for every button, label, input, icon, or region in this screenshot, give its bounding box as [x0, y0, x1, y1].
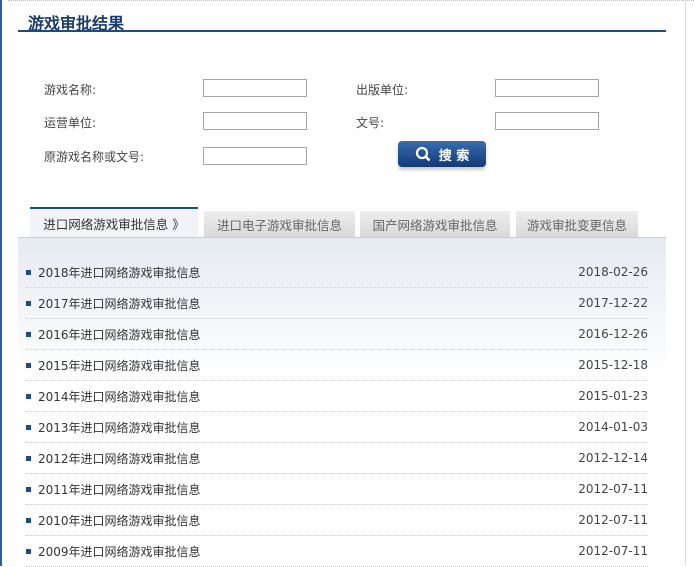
- left-border: [0, 0, 2, 566]
- list-item[interactable]: 2014年进口网络游戏审批信息 2015-01-23: [26, 381, 648, 412]
- publisher-label: 出版单位:: [356, 83, 409, 97]
- list-item[interactable]: 2017年进口网络游戏审批信息 2017-12-22: [26, 288, 648, 319]
- item-title[interactable]: 2009年进口网络游戏审批信息: [38, 543, 201, 560]
- item-link[interactable]: 2013年进口网络游戏审批信息: [26, 419, 201, 436]
- list-item[interactable]: 2016年进口网络游戏审批信息 2016-12-26: [26, 319, 648, 350]
- item-date: 2014-01-03: [578, 420, 648, 434]
- bullet-icon: [26, 269, 31, 275]
- original-name-input[interactable]: [203, 147, 307, 165]
- list-item[interactable]: 2018年进口网络游戏审批信息 2018-02-26: [26, 257, 648, 288]
- item-date: 2012-12-14: [578, 451, 648, 465]
- item-title[interactable]: 2014年进口网络游戏审批信息: [38, 388, 201, 405]
- game-name-input[interactable]: [203, 79, 307, 97]
- operator-input[interactable]: [203, 112, 307, 130]
- item-date: 2012-07-11: [578, 513, 648, 527]
- list-item[interactable]: 2011年进口网络游戏审批信息 2012-07-11: [26, 474, 648, 505]
- item-link[interactable]: 2012年进口网络游戏审批信息: [26, 450, 201, 467]
- item-title[interactable]: 2016年进口网络游戏审批信息: [38, 326, 201, 343]
- item-link[interactable]: 2010年进口网络游戏审批信息: [26, 512, 201, 529]
- item-title[interactable]: 2012年进口网络游戏审批信息: [38, 450, 201, 467]
- tab-import-console[interactable]: 进口电子游戏审批信息: [204, 211, 355, 238]
- item-date: 2016-12-26: [578, 327, 648, 341]
- item-date: 2018-02-26: [578, 265, 648, 279]
- item-link[interactable]: 2016年进口网络游戏审批信息: [26, 326, 201, 343]
- original-name-label: 原游戏名称或文号:: [44, 150, 145, 164]
- bullet-icon: [26, 455, 31, 461]
- operator-label: 运营单位:: [44, 116, 97, 130]
- list-item[interactable]: 2013年进口网络游戏审批信息 2014-01-03: [26, 412, 648, 443]
- item-title[interactable]: 2017年进口网络游戏审批信息: [38, 295, 201, 312]
- bullet-icon: [26, 362, 31, 368]
- item-link[interactable]: 2009年进口网络游戏审批信息: [26, 543, 201, 560]
- item-date: 2015-12-18: [578, 358, 648, 372]
- item-link[interactable]: 2011年进口网络游戏审批信息: [26, 481, 201, 498]
- title-underline: [18, 30, 666, 32]
- list-item[interactable]: 2015年进口网络游戏审批信息 2015-12-18: [26, 350, 648, 381]
- item-link[interactable]: 2014年进口网络游戏审批信息: [26, 388, 201, 405]
- search-label: 搜 索: [438, 148, 470, 164]
- search-button[interactable]: 搜 索: [398, 141, 486, 167]
- item-title[interactable]: 2010年进口网络游戏审批信息: [38, 512, 201, 529]
- item-date: 2015-01-23: [578, 389, 648, 403]
- item-date: 2012-07-11: [578, 482, 648, 496]
- tab-import-online[interactable]: 进口网络游戏审批信息 》: [30, 207, 198, 238]
- tab-domestic-online[interactable]: 国产网络游戏审批信息: [360, 211, 510, 238]
- top-divider: [8, 0, 694, 1]
- bullet-icon: [26, 393, 31, 399]
- doc-no-label: 文号:: [356, 116, 385, 130]
- bullet-icon: [26, 486, 31, 492]
- game-name-label: 游戏名称:: [44, 83, 97, 97]
- item-date: 2012-07-11: [578, 544, 648, 558]
- list-item[interactable]: 2009年进口网络游戏审批信息 2012-07-11: [26, 536, 648, 567]
- right-border: [685, 0, 686, 566]
- item-title[interactable]: 2013年进口网络游戏审批信息: [38, 419, 201, 436]
- item-date: 2017-12-22: [578, 296, 648, 310]
- doc-no-input[interactable]: [495, 112, 599, 130]
- item-link[interactable]: 2017年进口网络游戏审批信息: [26, 295, 201, 312]
- item-title[interactable]: 2018年进口网络游戏审批信息: [38, 264, 201, 281]
- item-title[interactable]: 2011年进口网络游戏审批信息: [38, 481, 201, 498]
- list-item[interactable]: 2012年进口网络游戏审批信息 2012-12-14: [26, 443, 648, 474]
- bullet-icon: [26, 548, 31, 554]
- bullet-icon: [26, 424, 31, 430]
- publisher-input[interactable]: [495, 79, 599, 97]
- item-title[interactable]: 2015年进口网络游戏审批信息: [38, 357, 201, 374]
- bullet-icon: [26, 517, 31, 523]
- tab-approval-changes[interactable]: 游戏审批变更信息: [516, 211, 638, 238]
- bullet-icon: [26, 300, 31, 306]
- item-link[interactable]: 2018年进口网络游戏审批信息: [26, 264, 201, 281]
- list-item[interactable]: 2010年进口网络游戏审批信息 2012-07-11: [26, 505, 648, 536]
- bullet-icon: [26, 331, 31, 337]
- search-icon: [415, 146, 431, 162]
- item-link[interactable]: 2015年进口网络游戏审批信息: [26, 357, 201, 374]
